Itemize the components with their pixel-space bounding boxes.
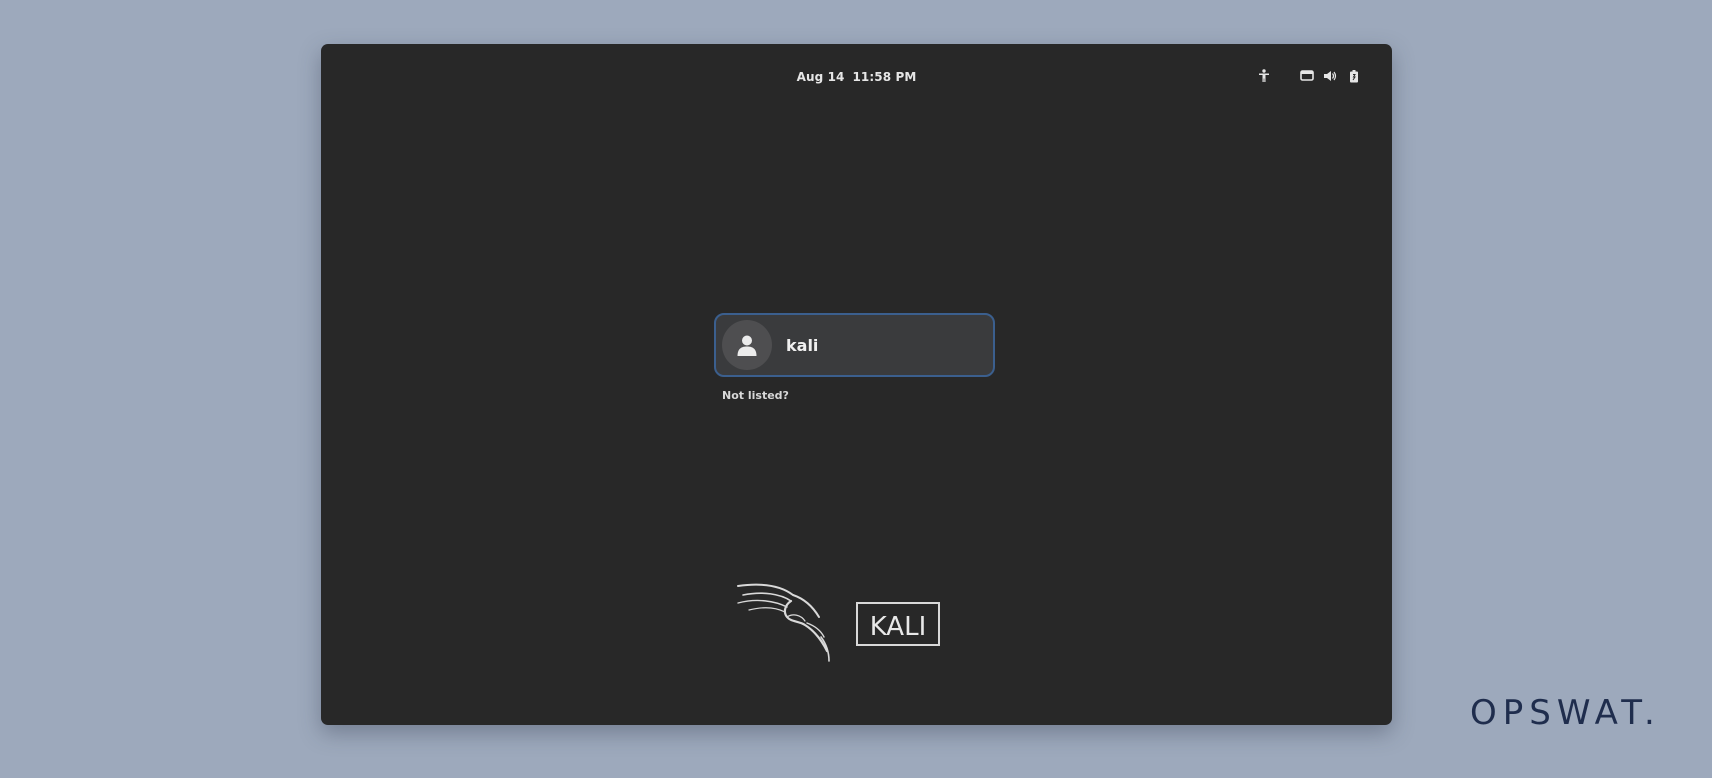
clock-time: 11:58 PM (852, 70, 917, 84)
accessibility-icon[interactable] (1256, 68, 1272, 84)
opswat-watermark-text: OPSWAT. (1470, 693, 1661, 733)
kali-logo: KALI (737, 583, 940, 662)
not-listed-link[interactable]: Not listed? (722, 389, 789, 402)
user-list-item[interactable]: kali (714, 313, 995, 377)
clock-date: Aug 14 (796, 70, 845, 84)
login-screen: Aug 14 11:58 PM kali Not listed? KALI (321, 44, 1392, 725)
opswat-watermark: OPSWAT. (1470, 693, 1661, 733)
display-icon[interactable] (1299, 68, 1315, 84)
user-icon (737, 335, 757, 356)
username-label: kali (786, 335, 819, 355)
battery-icon[interactable] (1346, 68, 1362, 84)
clock[interactable]: Aug 14 11:58 PM (321, 70, 1392, 84)
user-avatar (722, 320, 772, 370)
volume-icon[interactable] (1322, 68, 1338, 84)
kali-logo-text: KALI (870, 612, 927, 642)
